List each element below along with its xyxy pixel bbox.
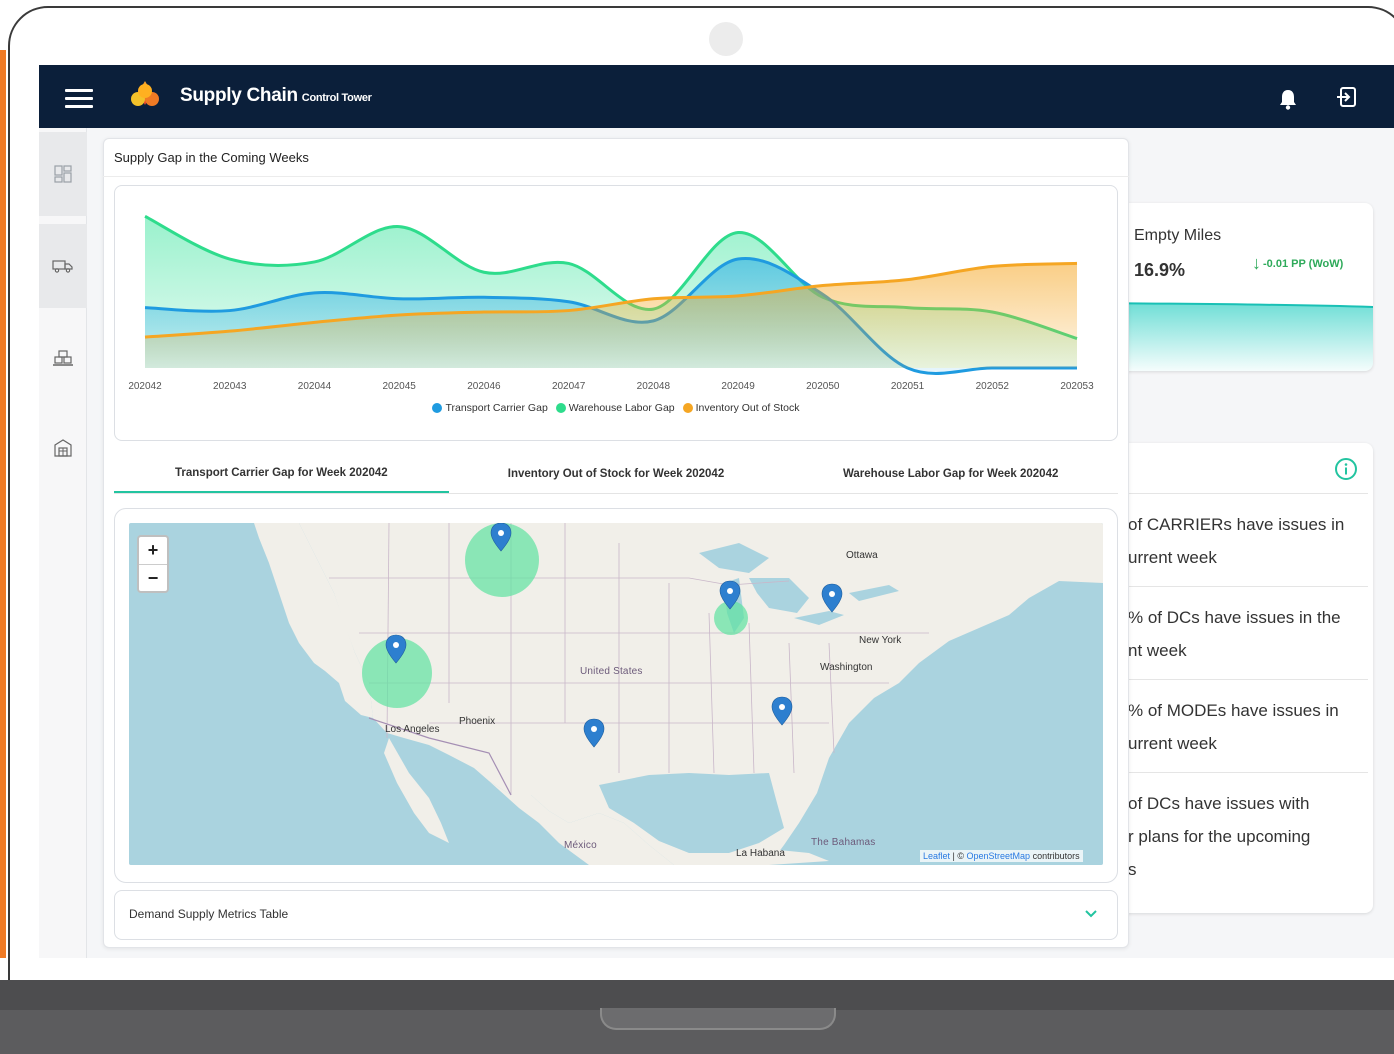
hamburger-menu-icon[interactable]: [65, 89, 93, 108]
legend-label: Inventory Out of Stock: [695, 402, 800, 414]
legend-swatch: [555, 403, 566, 413]
x-tick-label: 202047: [552, 381, 586, 392]
map-view[interactable]: [129, 523, 1103, 865]
x-tick-label: 202044: [298, 381, 332, 392]
map-label-new-york: New York: [859, 635, 902, 646]
logout-icon[interactable]: [1335, 85, 1359, 109]
info-icon[interactable]: [1334, 457, 1358, 481]
issue-line: of DCs have issues with: [1128, 794, 1310, 813]
app-screen: Supply Chain Control Tower Empty Miles 1…: [39, 65, 1394, 958]
app-title: Supply Chain Control Tower: [180, 85, 372, 107]
issues-divider: [1128, 772, 1368, 773]
issue-line: % of DCs have issues in the: [1128, 608, 1341, 627]
laptop-hinge: [600, 1008, 836, 1030]
x-tick-label: 202053: [1060, 381, 1094, 392]
empty-miles-value: 16.9%: [1134, 260, 1186, 280]
chevron-down-icon[interactable]: [1083, 906, 1099, 922]
map-label-united-states: United States: [580, 666, 643, 677]
zoom-in-button[interactable]: +: [139, 537, 167, 564]
arrow-down-icon: ↓: [1252, 253, 1261, 273]
dashboard-icon: [54, 165, 72, 183]
map-label-washington: Washington: [820, 662, 873, 673]
issue-line: urrent week: [1128, 734, 1217, 753]
issues-divider: [1128, 493, 1368, 494]
tab-transport-carrier-gap[interactable]: Transport Carrier Gap for Week 202042: [114, 454, 449, 493]
sidebar-item-dashboard[interactable]: [39, 132, 87, 216]
issue-line: r plans for the upcoming: [1128, 827, 1311, 846]
pallet-icon: [53, 350, 73, 366]
issue-item-dcs: % of DCs have issues in the nt week: [1128, 601, 1368, 667]
orange-edge-accent: [0, 50, 6, 958]
legend-item[interactable]: Transport Carrier Gap: [432, 402, 548, 414]
legend-label: Warehouse Labor Gap: [568, 402, 675, 414]
issue-line: nt week: [1128, 641, 1187, 660]
x-tick-label: 202045: [382, 381, 416, 392]
legend-item[interactable]: Inventory Out of Stock: [682, 402, 800, 414]
issue-item-modes: % of MODEs have issues in urrent week: [1128, 694, 1368, 760]
issue-line: s: [1128, 860, 1137, 879]
supply-gap-chart-card: 202042 202043 202044 202045 202046 202047 2020…: [114, 185, 1118, 441]
map-label-mexico: México: [564, 840, 597, 851]
x-tick-label: 202052: [976, 381, 1010, 392]
map-label-la-habana: La Habana: [736, 848, 785, 859]
issue-line: urrent week: [1128, 548, 1217, 567]
x-tick-label: 202051: [891, 381, 925, 392]
issue-item-dc-plans: of DCs have issues with r plans for the u…: [1128, 787, 1368, 886]
x-tick-label: 202049: [721, 381, 755, 392]
logo-icon: [131, 81, 159, 106]
leaflet-link[interactable]: Leaflet: [923, 851, 950, 861]
osm-link[interactable]: OpenStreetMap: [967, 851, 1031, 861]
map-tiles: [129, 523, 1103, 865]
map-label-phoenix: Phoenix: [459, 716, 496, 727]
map-zoom-control: + −: [137, 535, 169, 593]
x-tick-label: 202048: [637, 381, 671, 392]
x-tick-label: 202042: [128, 381, 162, 392]
accordion-label: Demand Supply Metrics Table: [129, 907, 289, 921]
attribution-tail: contributors: [1030, 851, 1080, 861]
app-subtitle: Control Tower: [301, 92, 372, 104]
issues-divider: [1128, 679, 1368, 680]
tab-inventory-out-of-stock[interactable]: Inventory Out of Stock for Week 202042: [449, 454, 784, 493]
chart-areas: [144, 214, 1078, 375]
empty-miles-delta-text: -0.01 PP (WoW): [1263, 258, 1344, 270]
attribution-sep: | ©: [950, 851, 967, 861]
bell-icon[interactable]: [1277, 87, 1299, 111]
legend-item[interactable]: Warehouse Labor Gap: [555, 402, 675, 414]
panel-title: Supply Gap in the Coming Weeks: [114, 150, 309, 165]
issue-item-carriers: of CARRIERs have issues in urrent week: [1128, 508, 1368, 574]
sidebar-item-warehouse[interactable]: [39, 406, 87, 490]
issue-line: % of MODEs have issues in: [1128, 701, 1339, 720]
legend-swatch: [682, 403, 693, 413]
issue-line: of CARRIERs have issues in: [1128, 515, 1345, 534]
laptop-base: [0, 980, 1394, 1010]
chart-x-ticks: 202042 202043 202044 202045 202046 202047 2020…: [128, 381, 1094, 392]
sidebar-item-transport[interactable]: [39, 224, 87, 308]
map-tabs: Transport Carrier Gap for Week 202042 In…: [114, 454, 1118, 494]
zoom-out-button[interactable]: −: [139, 565, 167, 592]
legend-label: Transport Carrier Gap: [445, 402, 548, 414]
chart-legend: Transport Carrier Gap Warehouse Labor Gap…: [115, 400, 1117, 418]
map-label-ottawa: Ottawa: [846, 550, 878, 561]
side-nav: [39, 128, 87, 958]
app-title-text: Supply Chain: [180, 85, 298, 106]
map-label-bahamas: The Bahamas: [811, 837, 876, 848]
warehouse-icon: [54, 439, 72, 457]
map-label-los-angeles: Los Angeles: [385, 724, 440, 735]
webcam: [709, 22, 743, 56]
tab-warehouse-labor-gap[interactable]: Warehouse Labor Gap for Week 202042: [783, 454, 1118, 493]
panel-divider: [103, 176, 1129, 177]
empty-miles-delta: ↓ -0.01 PP (WoW): [1252, 253, 1343, 274]
legend-swatch: [432, 403, 443, 413]
top-bar: Supply Chain Control Tower: [39, 65, 1394, 128]
issues-divider: [1128, 586, 1368, 587]
x-tick-label: 202046: [467, 381, 501, 392]
x-tick-label: 202043: [213, 381, 247, 392]
empty-miles-label: Empty Miles: [1134, 227, 1222, 244]
truck-icon: [52, 260, 73, 273]
sidebar-item-inventory[interactable]: [39, 316, 87, 400]
x-tick-label: 202050: [806, 381, 840, 392]
map-attribution: Leaflet | © OpenStreetMap contributors: [920, 850, 1083, 862]
